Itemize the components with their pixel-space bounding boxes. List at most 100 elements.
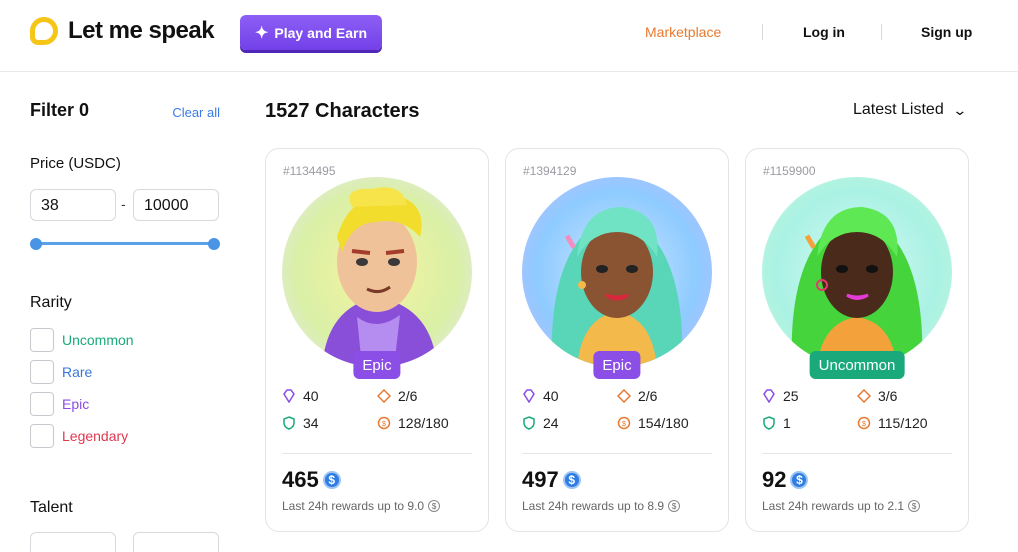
ticket-icon [617, 389, 631, 403]
svg-text:$: $ [862, 421, 866, 428]
energy-value: 115/120 [878, 415, 928, 431]
price-value: 497 [522, 467, 559, 492]
energy-value: 128/180 [398, 415, 449, 431]
svg-text:$: $ [382, 421, 386, 428]
card-divider [762, 453, 952, 454]
rarity-option-rare[interactable]: Rare [30, 360, 92, 384]
character-card[interactable]: #1159900 Uncommon 25 3/6 1 $ 115/120 92 … [745, 148, 969, 532]
gem-icon [762, 389, 776, 403]
talent-max-input[interactable] [133, 532, 219, 552]
character-card[interactable]: #1134495 Epic 40 2/6 34 $ 128/180 465 $ [265, 148, 489, 532]
character-card[interactable]: #1394129 Epic 40 2/6 24 $ 154/180 497 $ [505, 148, 729, 532]
tickets-value: 2/6 [638, 388, 658, 404]
nav-divider [881, 24, 882, 40]
checkbox[interactable] [30, 360, 54, 384]
checkbox[interactable] [30, 392, 54, 416]
rarity-option-epic[interactable]: Epic [30, 392, 89, 416]
logo[interactable]: Let me speak [30, 17, 215, 45]
shield-icon [282, 416, 296, 430]
checkbox[interactable] [30, 328, 54, 352]
rarity-option-label: Uncommon [62, 332, 134, 348]
character-id: #1134495 [283, 164, 336, 178]
talent-min-input[interactable] [30, 532, 116, 552]
header: Let me speak ✦ Play and Earn Marketplace… [0, 0, 1018, 72]
price-slider-min-handle[interactable] [30, 238, 42, 250]
rarity-option-label: Epic [62, 396, 90, 412]
gems-stat: 40 [282, 388, 319, 404]
gems-value: 25 [783, 388, 799, 404]
rewards-info: Last 24h rewards up to 9.0 $ [282, 499, 441, 513]
shield-value: 24 [543, 415, 559, 431]
usdc-coin-icon: $ [562, 471, 581, 489]
checkbox[interactable] [30, 424, 54, 448]
logo-icon [30, 17, 58, 45]
filter-title: Filter 0 [30, 100, 90, 120]
price-slider-track[interactable] [35, 242, 215, 245]
character-avatar [522, 177, 712, 367]
price-label: Price (USDC) [30, 155, 121, 172]
chevron-down-icon: ⌄ [951, 101, 968, 118]
energy-icon: $ [617, 416, 631, 430]
characters-count-title: 1527 Characters [265, 100, 420, 122]
energy-value: 154/180 [638, 415, 689, 431]
price-slider-max-handle[interactable] [208, 238, 220, 250]
logo-text: Let me speak [68, 17, 215, 44]
energy-stat: $ 115/120 [857, 415, 928, 431]
talent-label: Talent [30, 499, 73, 516]
rarity-badge: Epic [353, 351, 401, 379]
rarity-option-label: Rare [62, 364, 93, 380]
tickets-value: 3/6 [878, 388, 898, 404]
character-id: #1159900 [763, 164, 816, 178]
play-and-earn-button[interactable]: ✦ Play and Earn [240, 15, 382, 50]
shield-value: 34 [303, 415, 319, 431]
gem-icon [522, 389, 536, 403]
rewards-text: Last 24h rewards up to 9.0 [282, 499, 425, 513]
shield-stat: 1 [762, 415, 791, 431]
energy-icon: $ [377, 416, 391, 430]
rewards-text: Last 24h rewards up to 8.9 [522, 499, 665, 513]
shield-icon [522, 416, 536, 430]
energy-stat: $ 128/180 [377, 415, 449, 431]
character-price: 497 $ [522, 467, 581, 493]
gems-value: 40 [543, 388, 559, 404]
gems-value: 40 [303, 388, 319, 404]
rewards-text: Last 24h rewards up to 2.1 [762, 499, 905, 513]
svg-text:$: $ [622, 421, 626, 428]
energy-stat: $ 154/180 [617, 415, 689, 431]
play-and-earn-label: Play and Earn [274, 24, 367, 41]
sort-label: Latest Listed [853, 101, 944, 118]
usdc-coin-icon: $ [322, 471, 341, 489]
nav-signup[interactable]: Sign up [921, 24, 972, 40]
sort-dropdown[interactable]: Latest Listed ⌄ [853, 101, 968, 119]
usdc-coin-icon: $ [908, 500, 921, 512]
gems-stat: 40 [522, 388, 559, 404]
price-max-input[interactable]: 10000 [133, 189, 219, 221]
ticket-icon [377, 389, 391, 403]
usdc-coin-icon: $ [790, 471, 809, 489]
character-price: 92 $ [762, 467, 809, 493]
nav-login[interactable]: Log in [803, 24, 845, 40]
shield-icon [762, 416, 776, 430]
shield-stat: 24 [522, 415, 559, 431]
card-divider [522, 453, 712, 454]
gems-stat: 25 [762, 388, 799, 404]
nav-divider [762, 24, 763, 40]
rarity-option-label: Legendary [62, 428, 129, 444]
character-price: 465 $ [282, 467, 341, 493]
clear-all-link[interactable]: Clear all [172, 105, 220, 120]
price-value: 465 [282, 467, 319, 492]
rewards-info: Last 24h rewards up to 2.1 $ [762, 499, 921, 513]
rarity-option-legendary[interactable]: Legendary [30, 424, 128, 448]
ticket-icon [857, 389, 871, 403]
price-min-input[interactable]: 38 [30, 189, 116, 221]
tickets-value: 2/6 [398, 388, 418, 404]
tickets-stat: 2/6 [617, 388, 657, 404]
character-id: #1394129 [523, 164, 577, 178]
energy-icon: $ [857, 416, 871, 430]
rarity-option-uncommon[interactable]: Uncommon [30, 328, 134, 352]
card-divider [282, 453, 472, 454]
tickets-stat: 2/6 [377, 388, 417, 404]
rarity-badge: Epic [593, 351, 641, 379]
nav-marketplace[interactable]: Marketplace [645, 24, 721, 40]
character-avatar [762, 177, 952, 367]
